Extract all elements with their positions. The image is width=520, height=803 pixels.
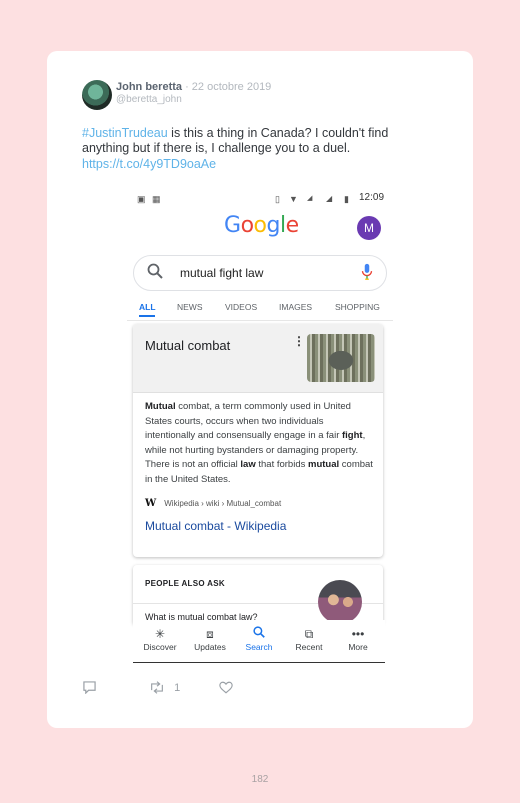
google-logo[interactable]: Google [224, 213, 299, 238]
author-name-line[interactable]: John beretta · 22 octobre 2019 [116, 81, 271, 93]
layout-icon: ▦ [152, 194, 161, 204]
search-box[interactable]: mutual fight law [133, 255, 387, 291]
nav-label: Discover [143, 642, 177, 652]
snippet-text-part: that forbids [255, 459, 308, 470]
asterisk-icon: ✳ [154, 627, 166, 641]
paa-title: PEOPLE ALSO ASK [145, 579, 225, 588]
mic-icon[interactable] [360, 263, 374, 281]
vibrate-icon: ▯ [275, 194, 280, 204]
nav-recent[interactable]: ⧉ Recent [284, 620, 334, 652]
battery-icon: ▮ [344, 194, 349, 204]
wikipedia-icon: W [145, 498, 157, 509]
snippet-bold-term: law [240, 459, 256, 470]
tweet-link[interactable]: https://t.co/4y9TD9oaAe [82, 157, 216, 171]
author-avatar[interactable] [82, 80, 112, 110]
active-tab-indicator [139, 315, 155, 317]
retweet-icon [151, 681, 163, 694]
featured-snippet-card[interactable]: Mutual combat ⋮ Mutual combat, a term co… [133, 324, 383, 557]
retweet-button[interactable]: 1 [149, 681, 180, 699]
snippet-bold-term: Mutual [145, 401, 176, 412]
hashtag-link[interactable]: #JustinTrudeau [82, 126, 168, 140]
nav-more[interactable]: ••• More [333, 620, 383, 652]
tab-videos[interactable]: VIDEOS [225, 302, 257, 312]
snippet-bold-term: fight [342, 430, 363, 441]
bottom-navigation: ✳ Discover ⧈ Updates Search ⧉ Recent •••… [133, 620, 385, 663]
nav-updates[interactable]: ⧈ Updates [185, 620, 235, 652]
source-breadcrumb: Wikipedia › wiki › Mutual_combat [164, 499, 282, 508]
retweet-count: 1 [174, 682, 181, 694]
google-logo-letter: o [240, 213, 254, 238]
inbox-icon: ⧈ [206, 627, 214, 641]
nav-label: Updates [194, 642, 226, 652]
nav-label: More [348, 642, 368, 652]
nav-discover[interactable]: ✳ Discover [135, 620, 185, 652]
snippet-thumbnail[interactable] [307, 334, 375, 382]
tweet-card: John beretta · 22 octobre 2019 @beretta_… [47, 51, 473, 728]
status-time: 12:09 [359, 192, 385, 203]
snippet-text-part: combat, a term commonly used in United S… [145, 401, 351, 441]
google-logo-letter: e [285, 213, 300, 238]
tweet-text: #JustinTrudeau is this a thing in Canada… [82, 126, 422, 156]
tab-images[interactable]: IMAGES [279, 302, 312, 312]
result-link[interactable]: Mutual combat - Wikipedia [145, 519, 286, 533]
like-icon[interactable] [219, 681, 233, 699]
more-vert-icon[interactable]: ⋮ [293, 334, 305, 348]
search-tabs: ALL NEWS VIDEOS IMAGES SHOPPING [139, 299, 389, 321]
google-logo-letter: g [266, 213, 281, 238]
snippet-bold-term: mutual [308, 459, 340, 470]
google-logo-letter: G [224, 213, 241, 238]
tab-news[interactable]: NEWS [177, 302, 203, 312]
profile-avatar[interactable]: M [357, 216, 381, 240]
tab-shopping[interactable]: SHOPPING [335, 302, 380, 312]
snippet-text: Mutual combat, a term commonly used in U… [145, 400, 373, 487]
tweet-actions: 1 [82, 681, 282, 701]
snippet-header: Mutual combat ⋮ [133, 324, 383, 393]
tweet-date: · 22 octobre 2019 [182, 81, 272, 93]
search-icon[interactable] [147, 263, 163, 279]
status-bar: ▣ ▦ ▯ ▼ ◢ ◢ ▮ 12:09 [127, 189, 387, 204]
signal-icon: ◢ [307, 195, 313, 202]
image-icon: ▣ [137, 194, 146, 204]
wifi-icon: ▼ [289, 194, 298, 204]
author-name[interactable]: John beretta [116, 81, 182, 93]
tweet-text-line1: is this a thing in Canada? I couldn't fi… [167, 126, 389, 140]
page-number: 182 [251, 774, 269, 785]
google-logo-letter: o [253, 213, 267, 238]
more-icon: ••• [351, 627, 365, 641]
tweet-text-line2: anything but if there is, I challenge yo… [82, 141, 351, 155]
author-handle[interactable]: @beretta_john [116, 94, 182, 105]
tab-all[interactable]: ALL [139, 302, 156, 312]
reply-icon[interactable] [82, 681, 97, 699]
nav-search[interactable]: Search [234, 620, 284, 652]
search-input[interactable]: mutual fight law [180, 266, 263, 280]
signal-bars-icon: ◢ [326, 194, 333, 203]
tabs-icon: ⧉ [304, 627, 314, 641]
floating-avatar[interactable] [318, 580, 362, 624]
nav-label: Recent [295, 642, 323, 652]
snippet-title: Mutual combat [145, 338, 231, 353]
source-line: W Wikipedia › wiki › Mutual_combat [145, 498, 281, 509]
tabs-divider [127, 320, 393, 321]
nav-label: Search [245, 642, 273, 652]
search-icon [234, 626, 284, 642]
